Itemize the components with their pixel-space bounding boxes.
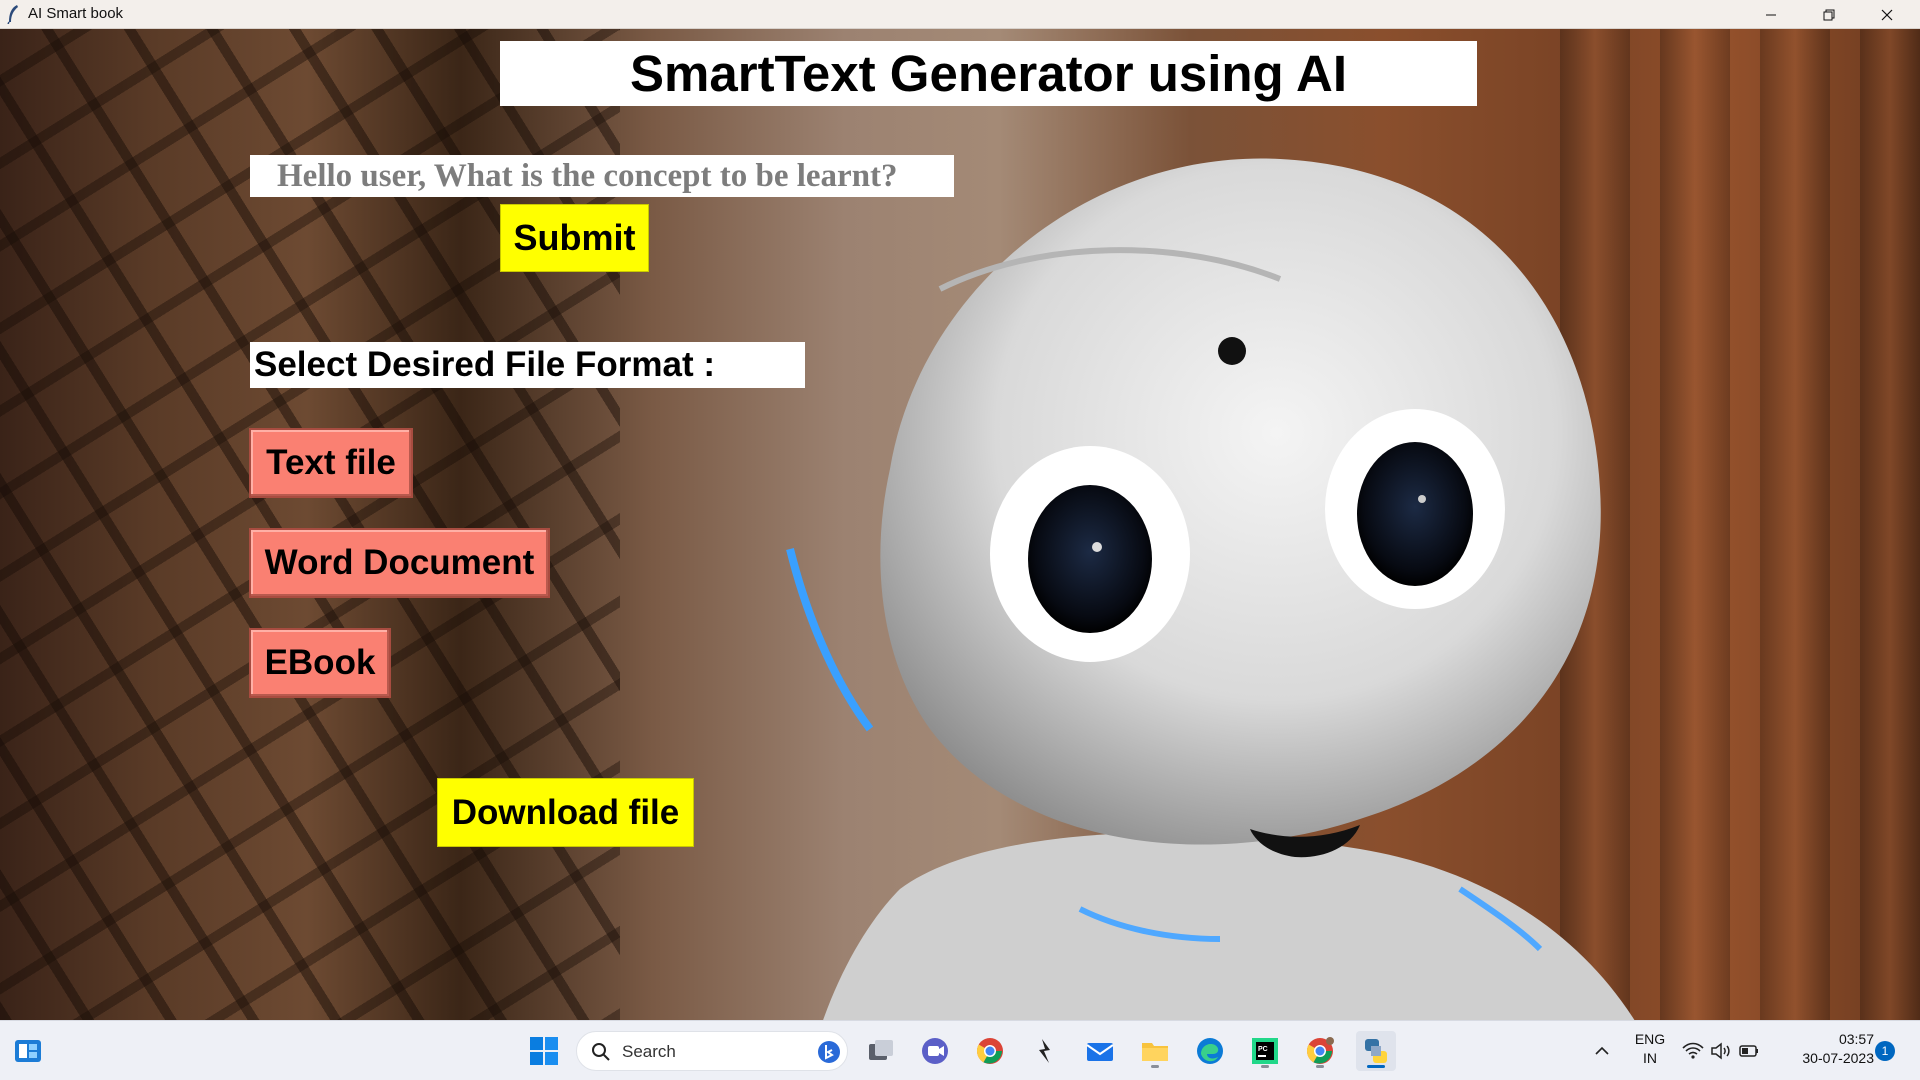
clock-time: 03:57	[1838, 1031, 1874, 1047]
minimize-icon	[1766, 14, 1776, 15]
restore-icon	[1823, 9, 1835, 20]
lightning-app-icon	[1039, 1039, 1050, 1063]
ebook-button[interactable]: EBook	[249, 628, 391, 698]
task-view-button[interactable]	[861, 1031, 901, 1071]
quick-settings-button[interactable]	[1676, 1031, 1766, 1071]
start-button[interactable]	[524, 1031, 564, 1071]
bing-icon[interactable]	[817, 1040, 841, 1064]
task-view-icon	[869, 1040, 893, 1060]
running-indicator	[1316, 1065, 1324, 1068]
app-window: AI Smart book SmartText Generator using …	[0, 0, 1920, 1080]
chrome-profile-button[interactable]	[1300, 1031, 1340, 1071]
wifi-icon	[1682, 1042, 1704, 1059]
battery-icon	[1739, 1045, 1758, 1057]
region-code: IN	[1643, 1050, 1657, 1066]
minimize-button[interactable]	[1742, 0, 1800, 29]
word-document-button[interactable]: Word Document	[249, 528, 550, 598]
format-label-box: Select Desired File Format :	[250, 342, 805, 388]
mail-icon	[1086, 1043, 1114, 1061]
active-indicator	[1367, 1065, 1385, 1068]
teams-button[interactable]	[915, 1031, 955, 1071]
language-code: ENG	[1634, 1031, 1666, 1047]
wood-slat	[1760, 29, 1830, 1020]
concept-input[interactable]	[250, 155, 954, 197]
chrome-profile-icon	[1306, 1037, 1334, 1064]
search-label: Search	[622, 1042, 676, 1061]
edge-icon	[1197, 1038, 1223, 1064]
show-hidden-icons-button[interactable]	[1582, 1031, 1622, 1071]
wood-slat	[1660, 29, 1730, 1020]
teams-icon	[922, 1038, 948, 1064]
submit-button[interactable]: Submit	[500, 204, 649, 272]
language-indicator[interactable]: ENG IN	[1630, 1030, 1670, 1068]
pycharm-icon: PC	[1252, 1038, 1278, 1064]
running-indicator	[1261, 1065, 1269, 1068]
download-file-button[interactable]: Download file	[437, 778, 694, 847]
system-clock[interactable]: 03:57 30-07-2023	[1780, 1030, 1874, 1068]
volume-icon	[1711, 1042, 1730, 1060]
file-explorer-button[interactable]	[1135, 1031, 1175, 1071]
robot-image	[786, 158, 1635, 1020]
windows-start-icon	[530, 1037, 558, 1065]
klack-button[interactable]	[1025, 1031, 1065, 1071]
svg-text:PC: PC	[1258, 1046, 1268, 1053]
pycharm-button[interactable]: PC	[1245, 1031, 1285, 1071]
page-title: SmartText Generator using AI	[630, 45, 1347, 102]
search-icon	[592, 1043, 610, 1061]
python-app-button[interactable]	[1356, 1031, 1396, 1071]
header-banner: SmartText Generator using AI	[500, 41, 1477, 106]
taskbar-search[interactable]: Search	[576, 1031, 848, 1071]
close-icon	[1881, 9, 1893, 20]
chrome-icon	[976, 1038, 1003, 1064]
text-file-button[interactable]: Text file	[249, 428, 413, 498]
widgets-icon	[15, 1040, 41, 1062]
window-title: AI Smart book	[28, 5, 124, 22]
chrome-button[interactable]	[970, 1031, 1010, 1071]
notification-badge[interactable]: 1	[1875, 1041, 1895, 1061]
title-bar: AI Smart book	[0, 0, 1920, 29]
python-icon	[1365, 1039, 1387, 1063]
format-label: Select Desired File Format :	[254, 345, 715, 384]
close-button[interactable]	[1858, 0, 1916, 29]
clock-date: 30-07-2023	[1802, 1050, 1874, 1066]
edge-button[interactable]	[1190, 1031, 1230, 1071]
chevron-up-icon	[1595, 1046, 1609, 1055]
folder-icon	[1142, 1043, 1168, 1061]
taskbar: Search PC ENG IN 03:57 30-07-2023 1	[0, 1020, 1920, 1080]
wood-slat	[1860, 29, 1920, 1020]
restore-button[interactable]	[1800, 0, 1858, 29]
feather-icon	[7, 5, 18, 24]
mail-button[interactable]	[1080, 1031, 1120, 1071]
running-indicator	[1151, 1065, 1159, 1068]
widgets-button[interactable]	[8, 1031, 48, 1071]
